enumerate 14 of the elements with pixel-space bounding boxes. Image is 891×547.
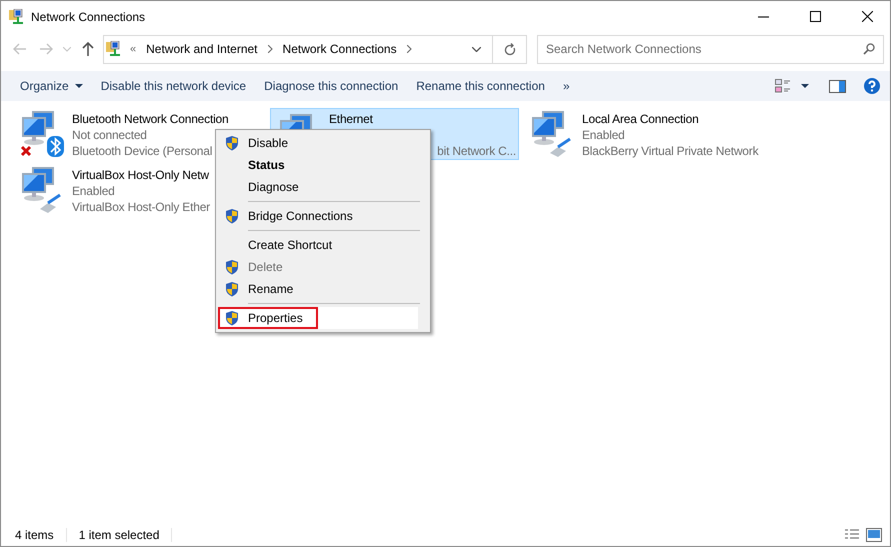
connection-status: Enabled — [582, 127, 626, 143]
device-name: Bluetooth Device (Personal — [72, 143, 214, 159]
connection-name: Bluetooth Network Connection — [72, 111, 228, 127]
device-name: VirtualBox Host-Only Ether — [72, 199, 210, 215]
connection-name: Local Area Connection — [582, 111, 700, 127]
connection-status: Not connected — [72, 127, 148, 143]
connection-status: Enabled — [72, 183, 116, 199]
connection-name: Ethernet — [329, 111, 374, 127]
selection-count: 1 item selected — [78, 528, 172, 542]
device-name: BlackBerry Virtual Private Network — [582, 143, 758, 159]
device-name: bit Network C... — [437, 143, 516, 159]
window-title: Network Connections — [31, 10, 146, 24]
connection-name: VirtualBox Host-Only Netw — [72, 167, 210, 183]
item-count: 4 items — [15, 528, 67, 542]
